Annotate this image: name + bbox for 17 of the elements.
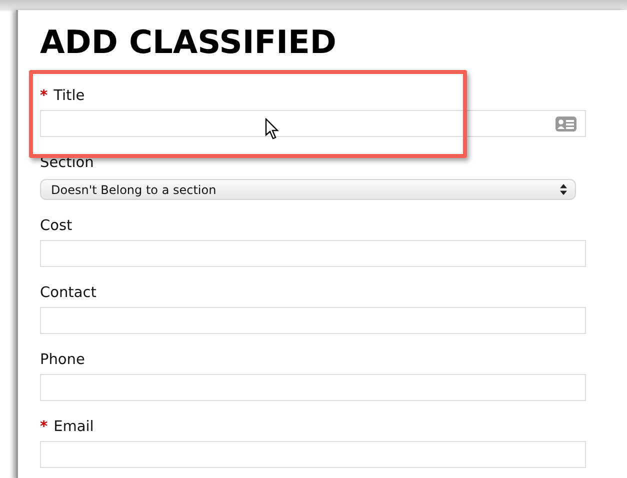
field-label: Title [54, 88, 85, 104]
updown-arrows-icon [560, 184, 567, 195]
contact-card-icon[interactable] [555, 116, 577, 132]
field-label: Cost [40, 218, 72, 234]
text-field[interactable] [40, 374, 586, 401]
required-asterisk: * [40, 88, 48, 104]
section-dropdown[interactable]: Doesn't Belong to a section [40, 179, 576, 200]
field-label: Contact [40, 285, 96, 301]
text-field[interactable] [40, 441, 586, 468]
required-asterisk: * [40, 419, 48, 435]
text-field[interactable] [40, 307, 586, 334]
text-field[interactable] [40, 110, 586, 137]
field-label: Phone [40, 352, 85, 368]
mouse-pointer-icon [265, 118, 279, 140]
field-label: Email [54, 419, 94, 435]
text-field[interactable] [40, 240, 586, 267]
page-heading: ADD CLASSIFIED [40, 22, 338, 63]
